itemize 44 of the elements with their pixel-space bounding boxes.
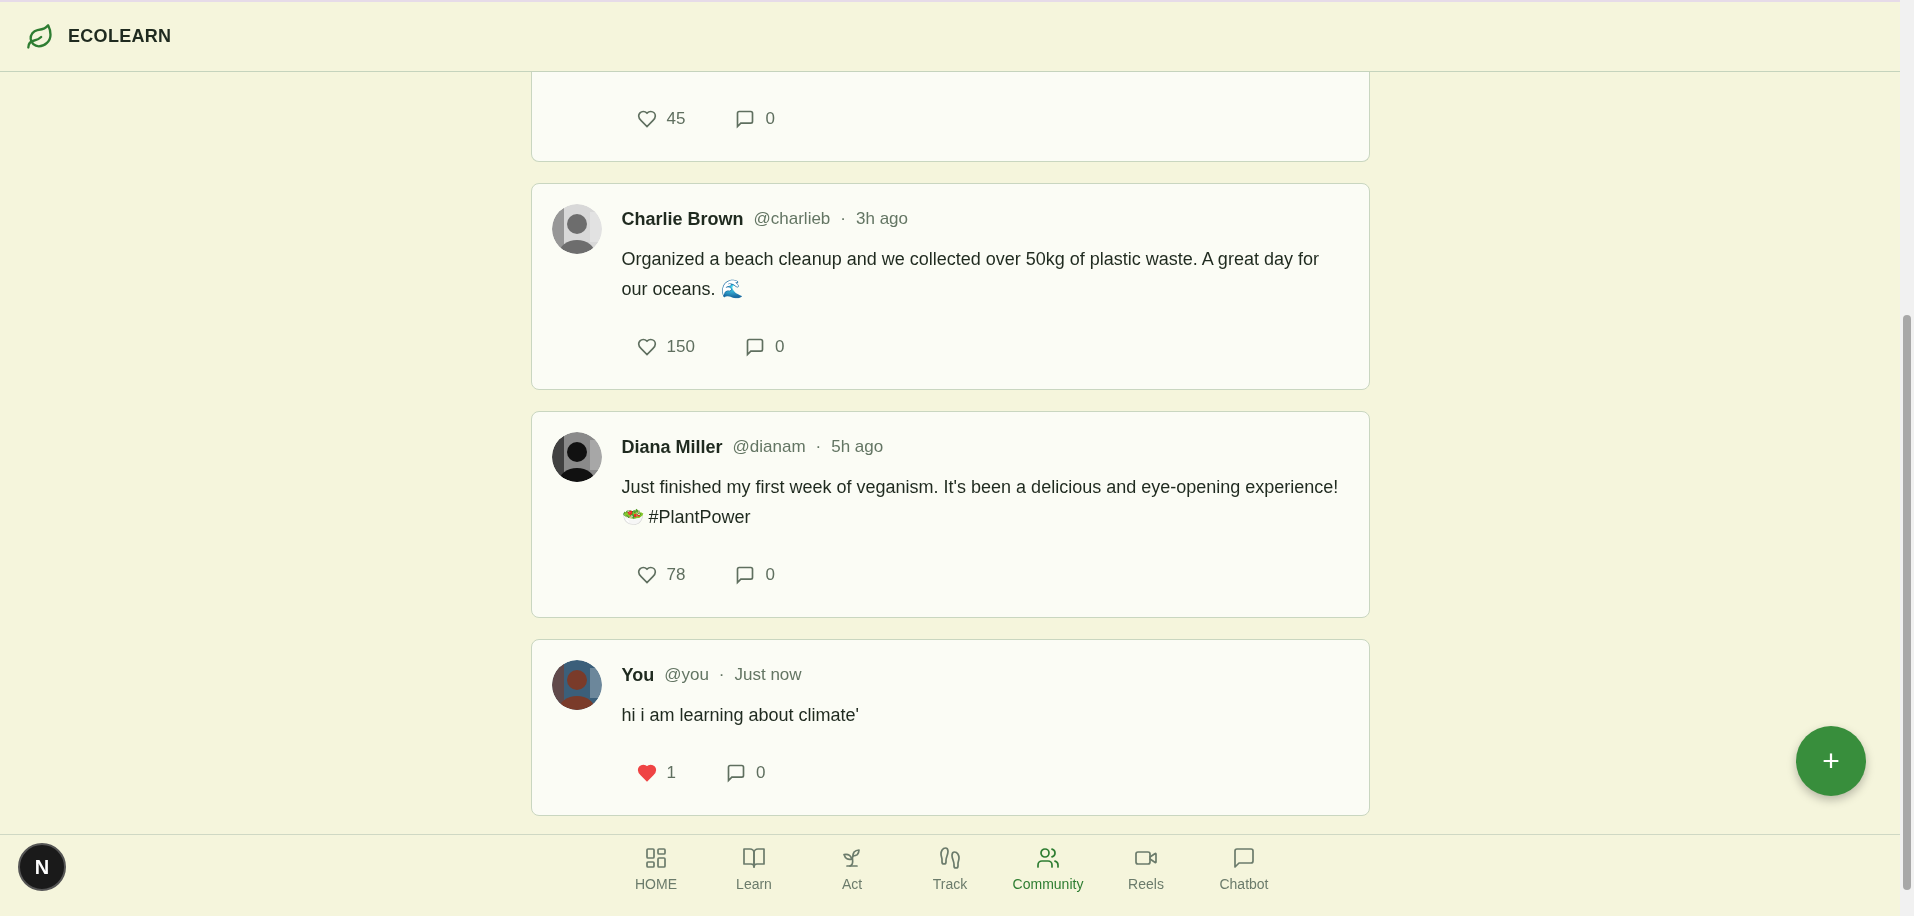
comment-button[interactable]: 0	[720, 560, 780, 590]
post-text: hi i am learning about climate'	[621, 704, 861, 727]
comment-icon	[735, 565, 756, 585]
author-name[interactable]: Charlie Brown	[621, 208, 744, 230]
author-handle: @you	[664, 665, 709, 685]
author-handle: @charlieb	[753, 209, 831, 229]
comment-icon	[744, 337, 765, 357]
separator-dot: ·	[815, 437, 822, 457]
nav-tab[interactable]: Track	[901, 845, 999, 901]
nav-tab[interactable]: Community	[999, 845, 1097, 901]
nav-tab[interactable]: Act	[803, 845, 901, 901]
book-icon	[742, 846, 766, 870]
post-time: 5h ago	[831, 437, 884, 457]
comment-icon	[735, 109, 756, 129]
leaf-icon	[26, 22, 54, 51]
chat-bubble-icon	[1232, 846, 1256, 870]
author-name[interactable]: Diana Miller	[621, 436, 723, 458]
separator-dot: ·	[718, 665, 725, 685]
comment-button[interactable]: 0	[710, 758, 771, 788]
comment-button[interactable]: 0	[729, 332, 790, 362]
nav-tab[interactable]: HOME	[607, 845, 705, 901]
scrollbar[interactable]	[1900, 0, 1914, 916]
footprints-icon	[938, 846, 962, 870]
post-text: Just finished my first week of veganism. It's been a delicious and eye-opening experience! 🥗 #PlantPower	[621, 476, 1340, 529]
logo-text[interactable]: ECOLEARN	[68, 26, 172, 47]
nav-tab[interactable]: Chatbot	[1195, 845, 1293, 901]
nav-tab[interactable]: Reels	[1097, 845, 1195, 901]
nav-tab[interactable]: Learn	[705, 845, 803, 901]
like-button[interactable]: 1	[621, 758, 681, 788]
author-name[interactable]: You	[621, 664, 655, 686]
like-button[interactable]: 78	[621, 560, 691, 590]
post-time: 3h ago	[856, 209, 908, 229]
like-button[interactable]: 150	[621, 332, 700, 362]
comment-button[interactable]: 0	[720, 104, 780, 134]
author-handle: @dianam	[732, 437, 806, 457]
add-post-button[interactable]: +	[1796, 726, 1866, 796]
dev-tools-button[interactable]: N	[18, 843, 66, 891]
people-icon	[1036, 846, 1060, 870]
comment-icon	[725, 763, 746, 783]
post-time: Just now	[734, 665, 802, 685]
like-button[interactable]: 45	[621, 104, 691, 134]
separator-dot: ·	[840, 209, 846, 229]
grid-icon	[644, 846, 668, 870]
post-text: Organized a beach cleanup and we collected over 50kg of plastic waste. A great day for our oceans. 🌊	[621, 248, 1320, 301]
